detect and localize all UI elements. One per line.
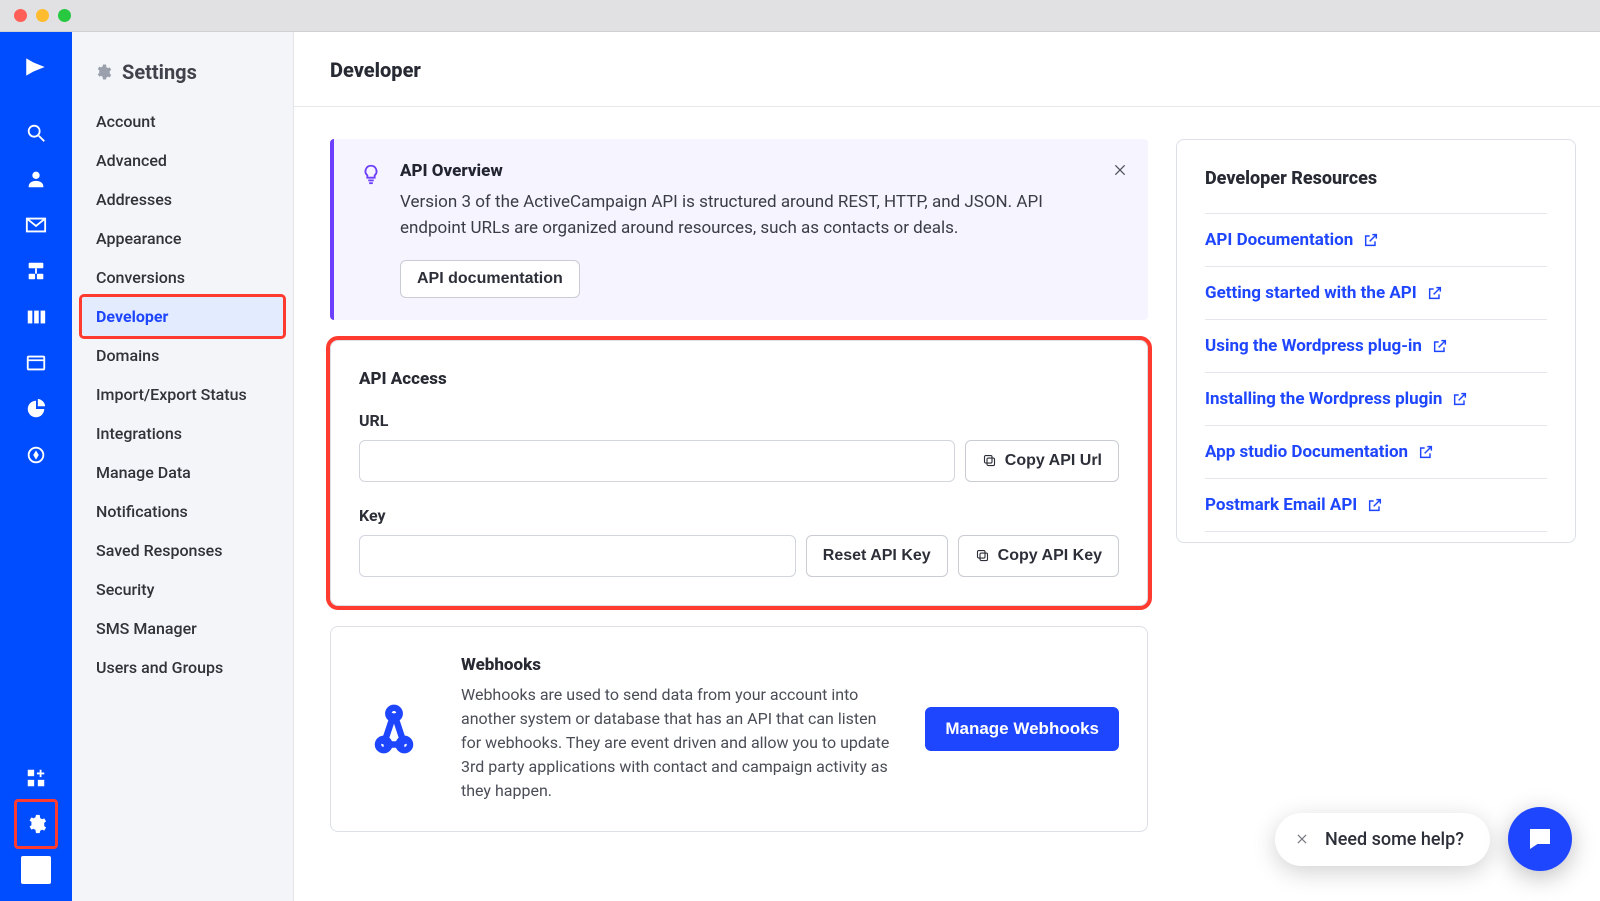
copy-api-key-button[interactable]: Copy API Key [958,535,1119,577]
api-overview-banner: API Overview Version 3 of the ActiveCamp… [330,139,1148,320]
api-documentation-button[interactable]: API documentation [400,260,580,298]
resource-link-label: App studio Documentation [1205,442,1408,462]
account-tile-icon[interactable] [16,847,56,893]
settings-nav-item[interactable]: Addresses [82,180,283,219]
deals-icon[interactable] [16,294,56,340]
window-zoom-button[interactable] [58,9,71,22]
webhooks-card: Webhooks Webhooks are used to send data … [330,626,1148,832]
help-fab-button[interactable] [1508,807,1572,871]
resource-link[interactable]: API Documentation [1205,214,1547,267]
external-link-icon [1367,497,1383,513]
api-url-label: URL [359,411,1119,430]
resource-link-label: Getting started with the API [1205,283,1417,303]
resource-link[interactable]: Getting started with the API [1205,267,1547,320]
resource-link-label: Installing the Wordpress plugin [1205,389,1442,409]
external-link-icon [1363,232,1379,248]
campaigns-icon[interactable] [16,202,56,248]
help-prompt-close-button[interactable] [1293,830,1311,848]
resource-link[interactable]: Using the Wordpress plug-in [1205,320,1547,373]
resource-link[interactable]: App studio Documentation [1205,426,1547,479]
settings-nav-item[interactable]: Domains [82,336,283,375]
reports-icon[interactable] [16,386,56,432]
logo-icon[interactable] [16,44,56,90]
contacts-icon[interactable] [16,156,56,202]
nav-rail [0,32,72,901]
developer-resources-list: API Documentation Getting started with th… [1205,213,1547,532]
banner-close-button[interactable] [1112,159,1128,183]
settings-nav-item[interactable]: Developer [82,297,283,336]
webhooks-description: Webhooks are used to send data from your… [461,683,893,803]
api-access-card: API Access URL Copy API Url Key Reset A [330,340,1148,606]
apps-icon[interactable] [16,432,56,478]
help-prompt[interactable]: Need some help? [1275,813,1490,866]
site-icon[interactable] [16,340,56,386]
help-prompt-text: Need some help? [1325,829,1464,850]
external-link-icon [1418,444,1434,460]
settings-nav-item[interactable]: Integrations [82,414,283,453]
main: Developer API Overview Version 3 of the … [294,32,1600,901]
developer-resources-title: Developer Resources [1205,168,1547,213]
search-icon[interactable] [16,110,56,156]
api-access-title: API Access [359,369,1119,389]
settings-nav-item[interactable]: SMS Manager [82,609,283,648]
settings-nav-item[interactable]: Users and Groups [82,648,283,687]
copy-icon [982,453,997,468]
webhooks-title: Webhooks [461,655,893,675]
banner-title: API Overview [400,161,1096,181]
chat-icon [1525,824,1555,854]
copy-icon [975,548,990,563]
settings-sidebar: Settings AccountAdvancedAddressesAppeara… [72,32,294,901]
traffic-lights [14,9,71,22]
page-title: Developer [330,58,1564,82]
settings-nav-item[interactable]: Account [82,102,283,141]
settings-nav: AccountAdvancedAddressesAppearanceConver… [72,98,293,691]
settings-nav-item[interactable]: Notifications [82,492,283,531]
settings-title: Settings [122,60,197,84]
copy-api-url-button[interactable]: Copy API Url [965,440,1119,482]
gear-icon [94,63,112,81]
external-link-icon [1432,338,1448,354]
settings-nav-item[interactable]: Security [82,570,283,609]
developer-resources-card: Developer Resources API Documentation Get… [1176,139,1576,543]
settings-icon[interactable] [16,801,56,847]
reset-api-key-label: Reset API Key [823,547,931,565]
webhooks-icon [359,698,429,760]
automations-icon[interactable] [16,248,56,294]
api-key-input[interactable] [359,535,796,577]
add-apps-icon[interactable] [16,755,56,801]
settings-nav-item[interactable]: Manage Data [82,453,283,492]
resource-link[interactable]: Installing the Wordpress plugin [1205,373,1547,426]
window-chrome [0,0,1600,32]
external-link-icon [1427,285,1443,301]
window-minimize-button[interactable] [36,9,49,22]
settings-nav-item[interactable]: Advanced [82,141,283,180]
lightbulb-icon [360,163,382,185]
resource-link-label: Postmark Email API [1205,495,1357,515]
help-widget: Need some help? [1275,807,1572,871]
resource-link[interactable]: Postmark Email API [1205,479,1547,532]
manage-webhooks-button[interactable]: Manage Webhooks [925,707,1119,751]
reset-api-key-button[interactable]: Reset API Key [806,535,948,577]
settings-nav-item[interactable]: Saved Responses [82,531,283,570]
settings-nav-item[interactable]: Appearance [82,219,283,258]
copy-api-key-label: Copy API Key [998,547,1102,565]
page-header: Developer [294,32,1600,107]
close-icon [1112,162,1128,178]
settings-nav-item[interactable]: Conversions [82,258,283,297]
api-key-label: Key [359,506,1119,525]
resource-link-label: Using the Wordpress plug-in [1205,336,1422,356]
copy-api-url-label: Copy API Url [1005,452,1102,470]
settings-nav-item[interactable]: Import/Export Status [82,375,283,414]
external-link-icon [1452,391,1468,407]
window-close-button[interactable] [14,9,27,22]
banner-description: Version 3 of the ActiveCampaign API is s… [400,189,1096,242]
resource-link-label: API Documentation [1205,230,1353,250]
settings-header: Settings [72,32,293,98]
api-url-input[interactable] [359,440,955,482]
close-icon [1295,832,1309,846]
